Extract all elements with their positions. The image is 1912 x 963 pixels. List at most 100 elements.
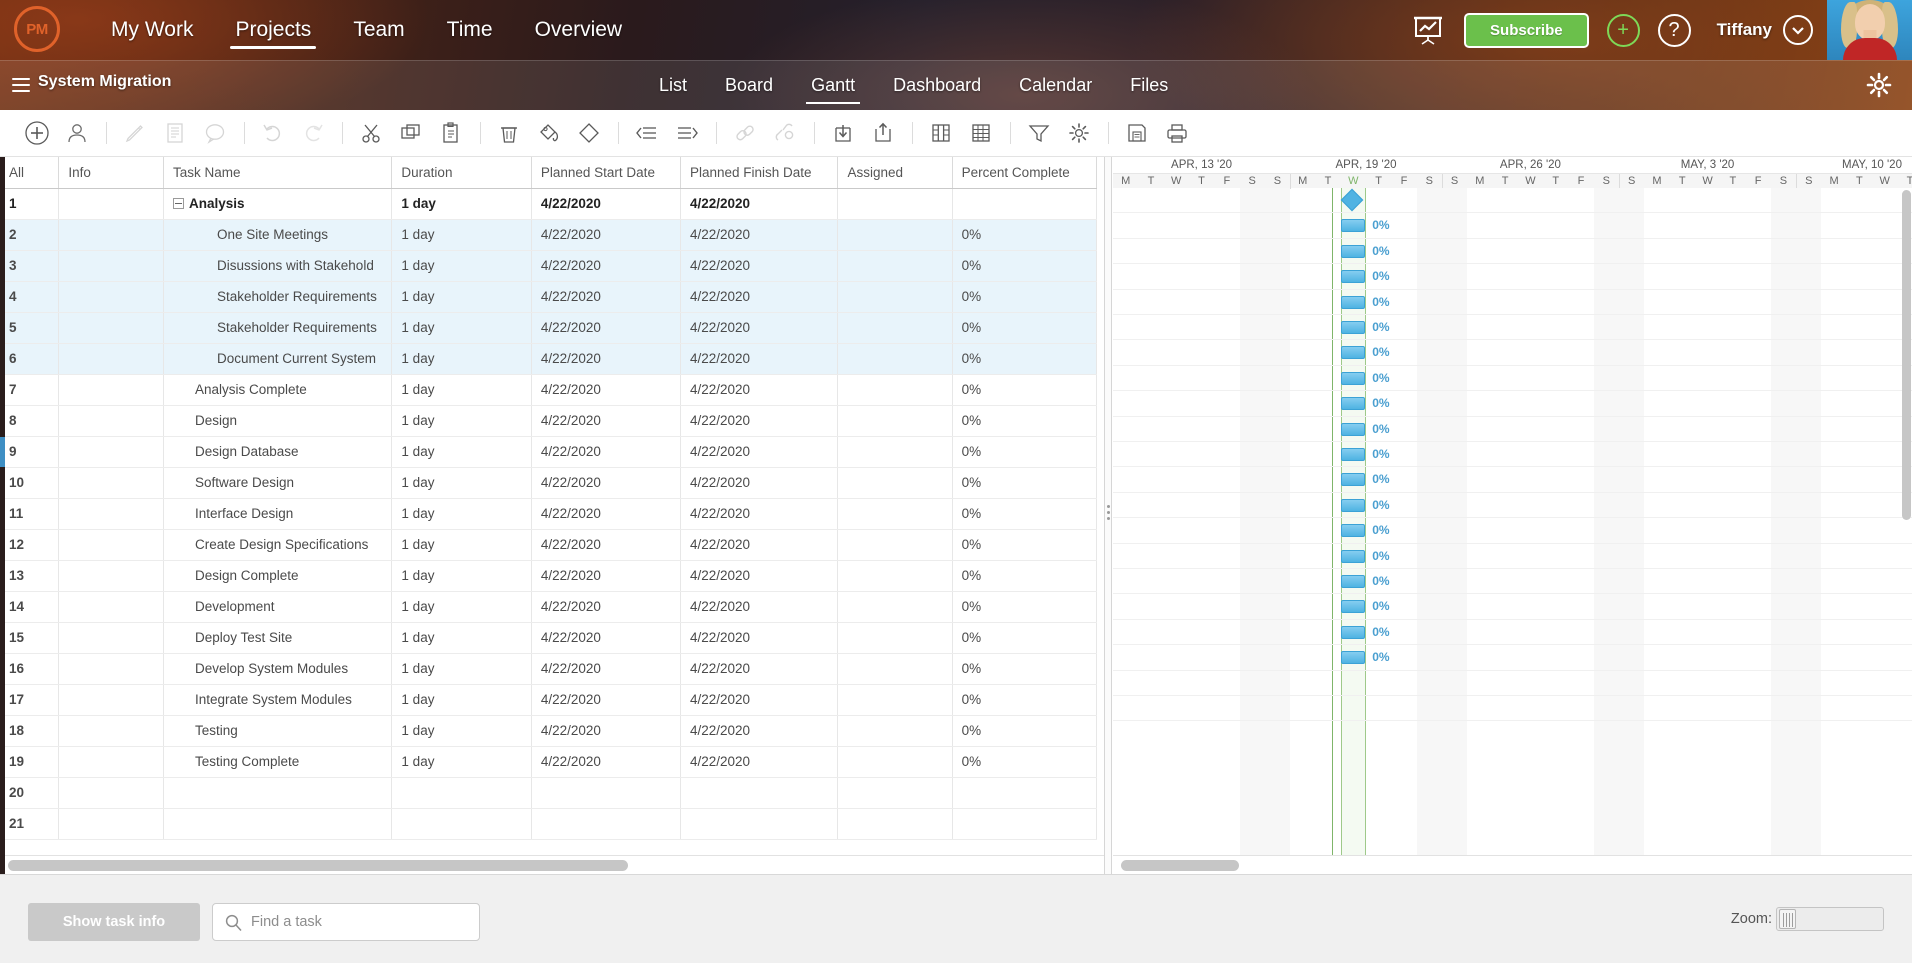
- task-name-cell[interactable]: Design Complete: [163, 560, 393, 592]
- duration-cell[interactable]: 1 day: [391, 467, 532, 499]
- row-number-cell[interactable]: 20: [0, 777, 60, 809]
- row-number-cell[interactable]: 11: [0, 498, 60, 530]
- planned-finish-date-cell[interactable]: 4/22/2020: [680, 529, 839, 561]
- planned-start-date-cell[interactable]: [531, 808, 681, 840]
- column-header-task-name[interactable]: Task Name: [163, 157, 393, 189]
- planned-finish-date-cell[interactable]: 4/22/2020: [680, 405, 839, 437]
- duration-cell[interactable]: 1 day: [391, 436, 532, 468]
- task-name-cell[interactable]: Testing: [163, 715, 393, 747]
- row-number-cell[interactable]: 16: [0, 653, 60, 685]
- comment-bubble-icon[interactable]: [198, 116, 232, 150]
- assigned-cell[interactable]: [837, 498, 953, 530]
- zoom-slider-thumb[interactable]: [1779, 909, 1796, 929]
- assigned-cell[interactable]: [837, 343, 953, 375]
- duration-cell[interactable]: 1 day: [391, 498, 532, 530]
- column-header-percent-complete[interactable]: Percent Complete: [952, 157, 1098, 189]
- tab-calendar[interactable]: Calendar: [1000, 60, 1111, 110]
- user-name-label[interactable]: Tiffany: [1717, 20, 1772, 40]
- row-number-cell[interactable]: 19: [0, 746, 60, 778]
- table-row[interactable]: 7 Analysis Complete 1 day 4/22/2020 4/22/202…: [0, 374, 1098, 406]
- planned-finish-date-cell[interactable]: [680, 777, 839, 809]
- task-name-cell[interactable]: Development: [163, 591, 393, 623]
- assigned-cell[interactable]: [837, 808, 953, 840]
- table-row[interactable]: 10 Software Design 1 day 4/22/2020 4/22/2020…: [0, 467, 1098, 499]
- column-header-planned-start-date[interactable]: Planned Start Date: [531, 157, 681, 189]
- duration-cell[interactable]: 1 day: [391, 374, 532, 406]
- planned-finish-date-cell[interactable]: 4/22/2020: [680, 343, 839, 375]
- task-name-cell[interactable]: Deploy Test Site: [163, 622, 393, 654]
- gantt-row[interactable]: [1113, 569, 1912, 595]
- table-grid-icon[interactable]: [964, 116, 998, 150]
- percent-complete-cell[interactable]: 0%: [952, 467, 1098, 499]
- gantt-task-bar[interactable]: [1341, 524, 1366, 538]
- duration-cell[interactable]: 1 day: [391, 405, 532, 437]
- task-name-cell[interactable]: Testing Complete: [163, 746, 393, 778]
- duration-cell[interactable]: 1 day: [391, 622, 532, 654]
- percent-complete-cell[interactable]: 0%: [952, 250, 1098, 282]
- gantt-vertical-scrollbar[interactable]: [1902, 190, 1911, 850]
- planned-finish-date-cell[interactable]: 4/22/2020: [680, 281, 839, 313]
- gantt-row[interactable]: [1113, 290, 1912, 315]
- gantt-task-bar[interactable]: [1341, 625, 1366, 639]
- assigned-cell[interactable]: [837, 467, 953, 499]
- task-info-cell[interactable]: [58, 281, 164, 313]
- task-info-cell[interactable]: [58, 188, 164, 220]
- gantt-row[interactable]: [1113, 544, 1912, 569]
- gantt-task-bar[interactable]: [1341, 295, 1366, 309]
- columns-icon[interactable]: [924, 116, 958, 150]
- scrollbar-thumb[interactable]: [1121, 860, 1239, 871]
- gantt-row[interactable]: [1113, 391, 1912, 417]
- zoom-slider[interactable]: [1776, 907, 1884, 931]
- planned-finish-date-cell[interactable]: 4/22/2020: [680, 684, 839, 716]
- planned-start-date-cell[interactable]: 4/22/2020: [531, 684, 681, 716]
- gantt-row[interactable]: [1113, 315, 1912, 341]
- task-name-cell[interactable]: Analysis Complete: [163, 374, 393, 406]
- edit-pencil-icon[interactable]: [118, 116, 152, 150]
- row-number-cell[interactable]: 4: [0, 281, 60, 313]
- task-info-cell[interactable]: [58, 374, 164, 406]
- assigned-cell[interactable]: [837, 591, 953, 623]
- percent-complete-cell[interactable]: 0%: [952, 436, 1098, 468]
- percent-complete-cell[interactable]: 0%: [952, 715, 1098, 747]
- paste-clipboard-icon[interactable]: [434, 116, 468, 150]
- planned-start-date-cell[interactable]: 4/22/2020: [531, 374, 681, 406]
- gantt-task-bar[interactable]: [1341, 371, 1366, 385]
- gantt-task-bar[interactable]: [1341, 244, 1366, 258]
- collapse-toggle-icon[interactable]: [173, 197, 184, 209]
- nav-item-team[interactable]: Team: [332, 0, 425, 60]
- row-number-cell[interactable]: 13: [0, 560, 60, 592]
- assigned-cell[interactable]: [837, 374, 953, 406]
- copy-icon[interactable]: [394, 116, 428, 150]
- save-floppy-icon[interactable]: [1120, 116, 1154, 150]
- planned-start-date-cell[interactable]: 4/22/2020: [531, 250, 681, 282]
- tab-files[interactable]: Files: [1111, 60, 1187, 110]
- planned-start-date-cell[interactable]: 4/22/2020: [531, 436, 681, 468]
- gantt-row[interactable]: [1113, 188, 1912, 214]
- gantt-row[interactable]: [1113, 671, 1912, 696]
- assign-resource-icon[interactable]: [60, 116, 94, 150]
- row-number-cell[interactable]: 14: [0, 591, 60, 623]
- row-number-cell[interactable]: 1: [0, 188, 60, 220]
- percent-complete-cell[interactable]: [952, 188, 1098, 220]
- task-info-cell[interactable]: [58, 498, 164, 530]
- percent-complete-cell[interactable]: 0%: [952, 281, 1098, 313]
- redo-icon[interactable]: [296, 116, 330, 150]
- table-row[interactable]: 11 Interface Design 1 day 4/22/2020 4/22/202…: [0, 498, 1098, 530]
- table-row[interactable]: 8 Design 1 day 4/22/2020 4/22/2020 0%: [0, 405, 1098, 437]
- duration-cell[interactable]: 1 day: [391, 281, 532, 313]
- duration-cell[interactable]: 1 day: [391, 591, 532, 623]
- scrollbar-thumb[interactable]: [1902, 190, 1911, 520]
- unlink-tasks-icon[interactable]: [768, 116, 802, 150]
- tab-dashboard[interactable]: Dashboard: [874, 60, 1000, 110]
- task-info-cell[interactable]: [58, 436, 164, 468]
- planned-start-date-cell[interactable]: 4/22/2020: [531, 715, 681, 747]
- help-icon[interactable]: ?: [1657, 13, 1691, 47]
- row-number-cell[interactable]: 12: [0, 529, 60, 561]
- percent-complete-cell[interactable]: 0%: [952, 529, 1098, 561]
- gantt-row[interactable]: [1113, 366, 1912, 392]
- planned-start-date-cell[interactable]: 4/22/2020: [531, 281, 681, 313]
- gantt-row[interactable]: [1113, 442, 1912, 468]
- duration-cell[interactable]: 1 day: [391, 312, 532, 344]
- percent-complete-cell[interactable]: [952, 808, 1098, 840]
- table-row[interactable]: 3 Disussions with Stakehold 1 day 4/22/2020…: [0, 250, 1098, 282]
